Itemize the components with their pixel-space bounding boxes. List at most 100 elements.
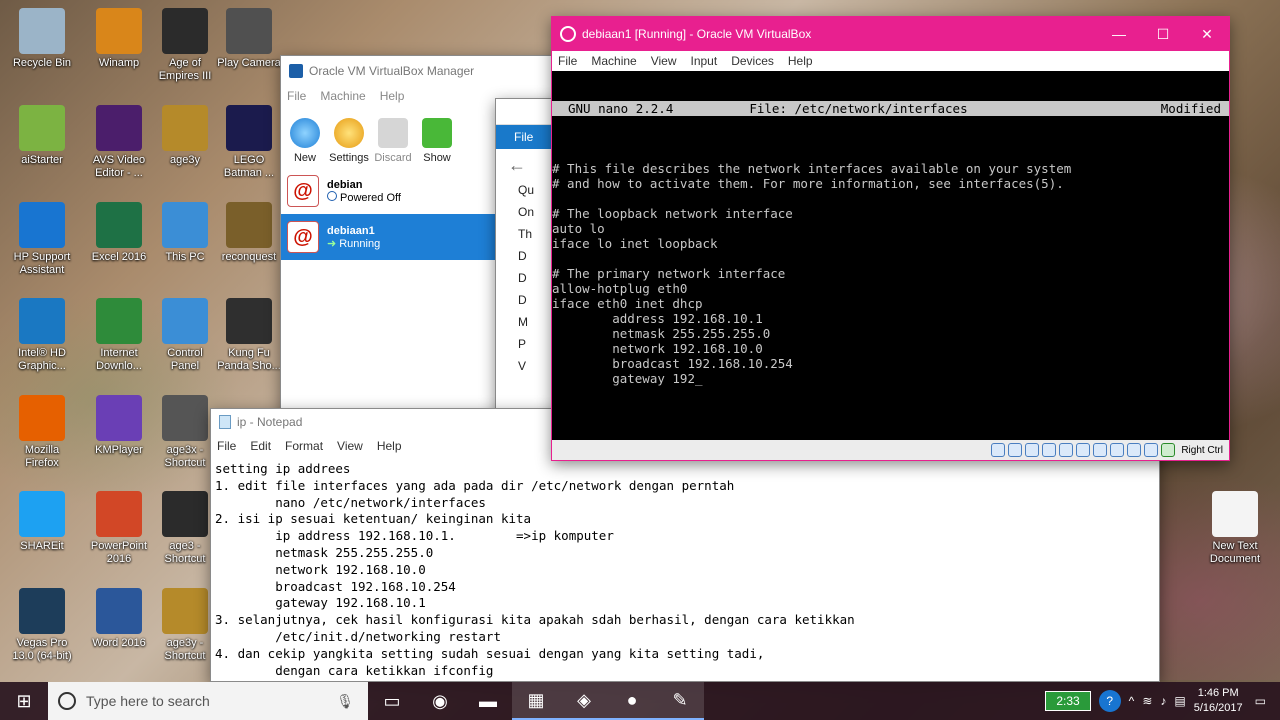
video-capture-icon[interactable] xyxy=(1110,443,1125,457)
search-box[interactable]: Type here to search 🎙 xyxy=(48,682,368,720)
desktop-icon[interactable]: AVS Video Editor - ... xyxy=(82,105,156,180)
hdd-icon[interactable] xyxy=(991,443,1006,457)
desktop-icon[interactable]: This PC xyxy=(148,202,222,264)
minecraft-taskbar-icon[interactable]: ▦ xyxy=(512,682,560,720)
vm-menubar: File Machine View Input Devices Help xyxy=(552,51,1229,71)
menu-help[interactable]: Help xyxy=(380,89,405,103)
vm-titlebar[interactable]: debiaan1 [Running] - Oracle VM VirtualBo… xyxy=(552,17,1229,51)
desktop-icon[interactable]: Age of Empires III xyxy=(148,8,222,83)
desktop-icon[interactable]: Internet Downlo... xyxy=(82,298,156,373)
avs-video-icon xyxy=(96,105,142,151)
microphone-icon[interactable]: 🎙 xyxy=(336,693,354,710)
desktop-icon[interactable]: SHAREit xyxy=(5,491,79,553)
debian-swirl-icon xyxy=(560,26,576,42)
new-vm-button[interactable]: New xyxy=(283,118,327,164)
display-icon[interactable] xyxy=(1093,443,1108,457)
vm-window-title: debiaan1 [Running] - Oracle VM VirtualBo… xyxy=(582,27,812,41)
menu-devices[interactable]: Devices xyxy=(731,54,774,68)
vm-name: debian xyxy=(327,178,363,191)
nano-version: GNU nano 2.2.4 xyxy=(568,101,674,116)
settings-button[interactable]: Settings xyxy=(327,118,371,164)
nano-line xyxy=(552,251,1229,266)
menu-file[interactable]: File xyxy=(558,54,577,68)
discard-button[interactable]: Discard xyxy=(371,118,415,164)
menu-help[interactable]: Help xyxy=(377,439,402,453)
notepad-taskbar-icon[interactable]: ✎ xyxy=(656,682,704,720)
desktop-icon[interactable]: Recycle Bin xyxy=(5,8,79,70)
nano-line: netmask 255.255.255.0 xyxy=(552,326,771,341)
nano-line: broadcast 192.168.10.254 xyxy=(552,356,793,371)
keyboard-icon[interactable]: ▤ xyxy=(1174,694,1185,708)
menu-file[interactable]: File xyxy=(217,439,236,453)
menu-machine[interactable]: Machine xyxy=(591,54,636,68)
menu-format[interactable]: Format xyxy=(285,439,323,453)
desktop-icon[interactable]: Vegas Pro 13.0 (64-bit) xyxy=(5,588,79,663)
desktop-icon[interactable]: Word 2016 xyxy=(82,588,156,650)
usb-icon[interactable] xyxy=(1059,443,1074,457)
desktop-icon[interactable]: PowerPoint 2016 xyxy=(82,491,156,566)
desktop-icon[interactable]: Excel 2016 xyxy=(82,202,156,264)
shared-folder-icon[interactable] xyxy=(1076,443,1091,457)
internet-download-icon xyxy=(96,298,142,344)
desktop-icon-label: age3y xyxy=(170,154,200,166)
desktop-icon[interactable]: Intel® HD Graphic... xyxy=(5,298,79,373)
age-of-empires-icon xyxy=(162,8,208,54)
vm-console[interactable]: GNU nano 2.2.4 File: /etc/network/interf… xyxy=(552,71,1229,440)
desktop-icon[interactable]: Mozilla Firefox xyxy=(5,395,79,470)
kmplayer-icon xyxy=(96,395,142,441)
close-button[interactable]: ✕ xyxy=(1185,26,1229,43)
help-icon[interactable]: ? xyxy=(1098,690,1121,712)
panda-icon xyxy=(226,298,272,344)
desktop-icon[interactable]: Winamp xyxy=(82,8,156,70)
show-button[interactable]: Show xyxy=(415,118,459,164)
desktop-icon[interactable]: LEGO Batman ... xyxy=(212,105,286,180)
recycle-bin-icon xyxy=(19,8,65,54)
volume-icon[interactable]: ♪ xyxy=(1160,694,1166,708)
nano-line: # The loopback network interface xyxy=(552,206,793,221)
desktop-icon[interactable]: HP Support Assistant xyxy=(5,202,79,277)
virtualbox-taskbar-icon[interactable]: ◈ xyxy=(560,682,608,720)
notifications-icon[interactable]: ▭ xyxy=(1255,694,1266,708)
vbox-manager-titlebar[interactable]: Oracle VM VirtualBox Manager xyxy=(281,56,569,86)
menu-help[interactable]: Help xyxy=(788,54,813,68)
shareit-icon xyxy=(19,491,65,537)
minimize-button[interactable]: — xyxy=(1097,26,1141,43)
vm-window[interactable]: debiaan1 [Running] - Oracle VM VirtualBo… xyxy=(551,16,1230,461)
mouse-integration-icon[interactable] xyxy=(1144,443,1159,457)
network-icon[interactable] xyxy=(1042,443,1057,457)
nano-buffer[interactable]: # This file describes the network interf… xyxy=(552,146,1229,440)
desktop-icon[interactable]: Play Camera xyxy=(212,8,286,70)
desktop-icon[interactable]: Kung Fu Panda Sho... xyxy=(212,298,286,373)
file-explorer-taskbar-icon[interactable]: ▬ xyxy=(464,682,512,720)
wifi-icon[interactable]: ≋ xyxy=(1142,694,1152,708)
menu-view[interactable]: View xyxy=(337,439,363,453)
battery-widget[interactable]: 2:33 xyxy=(1045,691,1091,711)
cpu-icon[interactable] xyxy=(1127,443,1142,457)
clock[interactable]: 1:46 PM 5/16/2017 xyxy=(1194,686,1243,716)
desktop-icon[interactable]: Control Panel xyxy=(148,298,222,373)
desktop-icon[interactable]: KMPlayer xyxy=(82,395,156,457)
firefox-taskbar-icon[interactable]: ◉ xyxy=(416,682,464,720)
vegas-pro-icon xyxy=(19,588,65,634)
vm-name: debiaan1 xyxy=(327,224,375,237)
start-button[interactable]: ⊞ xyxy=(0,682,48,720)
optical-drive-icon[interactable] xyxy=(1008,443,1023,457)
menu-input[interactable]: Input xyxy=(691,54,718,68)
menu-file[interactable]: File xyxy=(287,89,306,103)
desktop-icon[interactable]: aiStarter xyxy=(5,105,79,167)
record-taskbar-icon[interactable]: ● xyxy=(608,682,656,720)
desktop-icon[interactable]: age3y xyxy=(148,105,222,167)
audio-icon[interactable] xyxy=(1025,443,1040,457)
menu-edit[interactable]: Edit xyxy=(250,439,271,453)
nano-line: address 192.168.10.1 xyxy=(552,311,763,326)
notepad-text-area[interactable]: setting ip addrees 1. edit file interface… xyxy=(211,457,1159,679)
nano-line: allow-hotplug eth0 xyxy=(552,281,688,296)
chevron-up-icon[interactable]: ^ xyxy=(1129,694,1135,708)
desktop-icon[interactable]: New Text Document xyxy=(1198,491,1272,566)
menu-machine[interactable]: Machine xyxy=(320,89,365,103)
task-view-icon[interactable]: ▭ xyxy=(368,682,416,720)
desktop-icon-label: Vegas Pro 13.0 (64-bit) xyxy=(12,637,72,662)
desktop-icon[interactable]: reconquest xyxy=(212,202,286,264)
menu-view[interactable]: View xyxy=(651,54,677,68)
maximize-button[interactable]: ☐ xyxy=(1141,26,1185,43)
